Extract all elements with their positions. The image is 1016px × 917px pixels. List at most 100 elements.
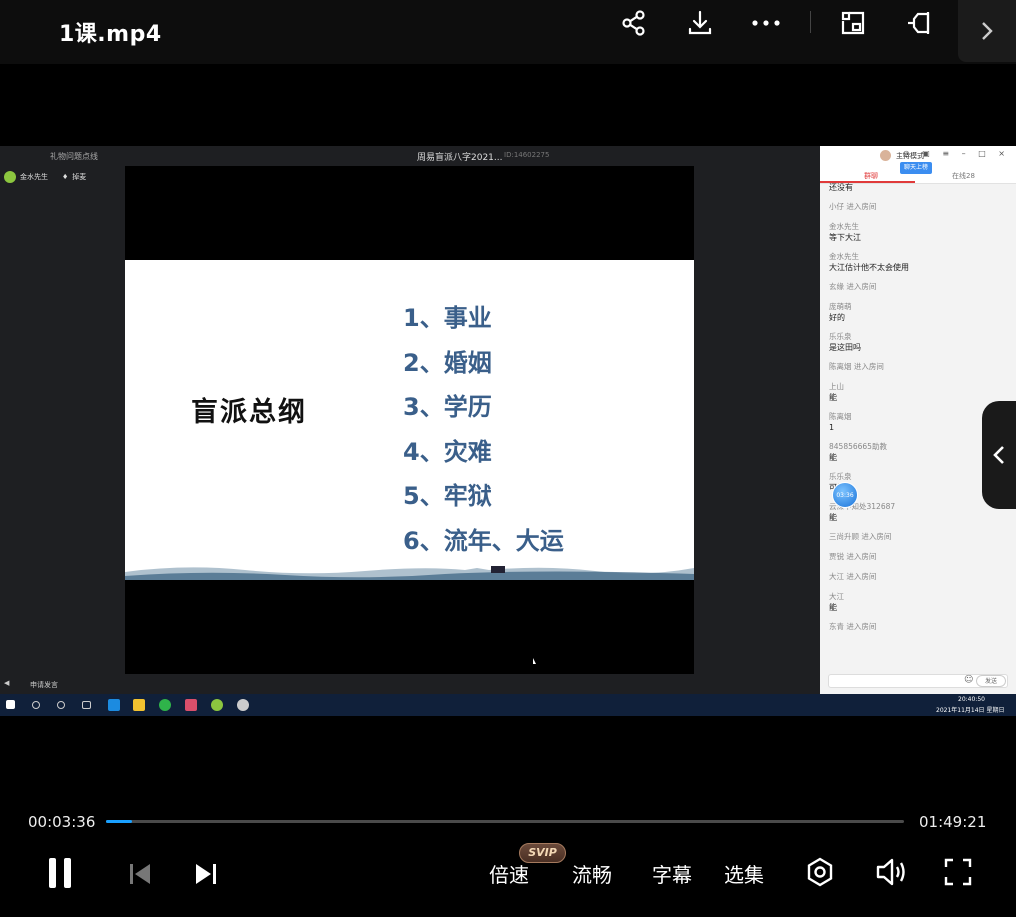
windows-start-icon	[6, 700, 15, 709]
volume-button[interactable]	[874, 855, 908, 889]
chat-message: 金水先生 大江估计他不太会使用	[829, 252, 1009, 273]
chat-message-author: 上山	[829, 382, 844, 391]
chat-message: 还没有	[829, 182, 1009, 193]
tab-chat: 群聊	[864, 172, 878, 180]
slide-item: 4、灾难	[403, 437, 492, 466]
settings-icon	[807, 857, 833, 887]
tip-badge: 聊天上榜	[900, 162, 933, 174]
chat-message: 乐乐泉 是这田吗	[829, 332, 1009, 353]
tab-online: 在线28	[952, 172, 975, 180]
mic-icon: ♦	[62, 173, 69, 181]
chat-message-text: 能	[829, 393, 837, 402]
pause-icon	[49, 858, 71, 888]
windows-taskbar: 20:40:50 2021年11月14日 星期日	[0, 694, 1016, 716]
chat-message-author: 大江 进入房间	[829, 572, 877, 581]
slide-item: 1、事业	[403, 304, 492, 332]
send-button: 发送	[976, 675, 1006, 687]
chat-message: 陈离烟 进入房间	[829, 362, 1009, 372]
fullscreen-button[interactable]	[941, 855, 975, 889]
download-icon[interactable]	[680, 6, 720, 40]
side-panel-toggle[interactable]	[982, 401, 1016, 509]
chat-message-author: 贾锐 进入房间	[829, 552, 877, 561]
mouse-cursor-icon	[533, 658, 536, 664]
pin-icon[interactable]	[900, 6, 940, 40]
room-id: ID:14602275	[504, 151, 550, 159]
chevron-right-icon[interactable]	[958, 0, 1016, 62]
chat-message-author: 金水先生	[829, 222, 859, 231]
chat-message-author: 乐乐泉	[829, 332, 852, 341]
chat-message-author: 东青 进入房间	[829, 622, 877, 631]
emoji-icon: ☺	[964, 675, 974, 685]
wechat-icon	[159, 699, 171, 711]
chat-message-author: 三尚升顾 进入房间	[829, 532, 892, 541]
slide-item: 2、婚姻	[403, 348, 492, 377]
current-time: 00:03:36	[28, 813, 96, 831]
chat-message-text: 能	[829, 513, 837, 522]
avatar	[4, 171, 16, 183]
share-icon[interactable]	[614, 6, 654, 40]
settings-button[interactable]	[803, 855, 837, 889]
chat-message: 小仔 进入房间	[829, 202, 1009, 212]
app-icon	[185, 699, 197, 711]
volume-icon	[876, 858, 905, 886]
call-label: 申请发言	[30, 681, 58, 689]
gift-text: 礼物问题点线	[50, 152, 98, 161]
subtitle-button[interactable]: 字幕	[652, 859, 692, 888]
shared-screen: 盲派总纲 1、事业 2、婚姻 3、学历 4、灾难 5、牢狱 6、流年、大运	[125, 166, 694, 674]
chat-message-author: 云深不知处312687	[829, 502, 896, 511]
mountain-footer-icon	[125, 566, 694, 580]
progress-bar[interactable]	[106, 820, 904, 823]
room-title: 周易盲派八字2021...	[417, 153, 503, 163]
chat-message-text: 是这田吗	[829, 343, 861, 352]
skip-previous-icon	[130, 864, 150, 884]
chat-message: 云深不知处312687 能	[829, 502, 1009, 523]
slide-item: 3、学历	[403, 393, 492, 421]
chat-message: 上山能	[829, 382, 1009, 403]
more-icon[interactable]	[746, 6, 786, 40]
total-time: 01:49:21	[919, 813, 987, 831]
pause-button[interactable]	[44, 855, 76, 891]
speed-button[interactable]: 倍速	[489, 859, 529, 888]
next-button[interactable]	[192, 860, 220, 888]
chat-message-text: 好的	[829, 313, 845, 322]
speaker-icon: ◀	[4, 679, 10, 687]
chat-message: 庞萌萌 好的	[829, 302, 1009, 323]
folder-icon	[133, 699, 145, 711]
mic-label: 掉麦	[72, 173, 87, 181]
chat-message-author: 玄缘 进入房间	[829, 282, 877, 291]
chat-message-text: 能	[829, 603, 837, 612]
tray-date: 2021年11月14日 星期日	[936, 707, 1005, 714]
browser-icon	[237, 699, 249, 711]
chat-message-text: 还没有	[829, 183, 853, 192]
avatar	[880, 150, 891, 161]
live-app-icon	[211, 699, 223, 711]
chat-message: 贾锐 进入房间	[829, 552, 1009, 562]
chat-message-text: 等下大江	[829, 233, 861, 242]
slide-list: 1、事业 2、婚姻 3、学历 4、灾难 5、牢狱 6、流年、大运	[403, 298, 564, 565]
chat-message-author: 小仔 进入房间	[829, 202, 877, 211]
tray-time: 20:40:50	[958, 696, 985, 703]
previous-button[interactable]	[126, 860, 154, 888]
picture-in-picture-icon[interactable]	[833, 6, 873, 40]
host-name: 金水先生	[20, 173, 48, 181]
episodes-button[interactable]: 选集	[724, 859, 764, 888]
floating-time-bubble[interactable]: 03:36	[832, 482, 858, 508]
chat-message-author: 金水先生	[829, 252, 859, 261]
cortana-icon	[57, 701, 65, 709]
video-frame[interactable]: 礼物问题点线 周易盲派八字2021... ID:14602275 金水先生 ♦ …	[0, 146, 1016, 716]
live-room-topbar: 礼物问题点线 周易盲派八字2021... ID:14602275	[0, 146, 820, 166]
chat-message-author: 大江	[829, 592, 844, 601]
chat-message: 大江 进入房间	[829, 572, 1009, 582]
divider	[810, 11, 811, 33]
slide-item: 5、牢狱	[403, 482, 492, 510]
search-icon	[32, 701, 40, 709]
video-title: 1课.mp4	[59, 22, 162, 47]
slide-item: 6、流年、大运	[403, 526, 564, 555]
chat-message: 金水先生 等下大江	[829, 222, 1009, 243]
slide-title: 盲派总纲	[191, 397, 307, 428]
chat-message: 玄缘 进入房间	[829, 282, 1009, 292]
live-room-bottombar: ◀ 申请发言	[0, 674, 820, 694]
quality-button[interactable]: 流畅	[572, 859, 612, 888]
task-view-icon	[82, 701, 91, 709]
window-controls-icon: ◎ ▣ ≡ – □ ×	[902, 149, 1010, 158]
